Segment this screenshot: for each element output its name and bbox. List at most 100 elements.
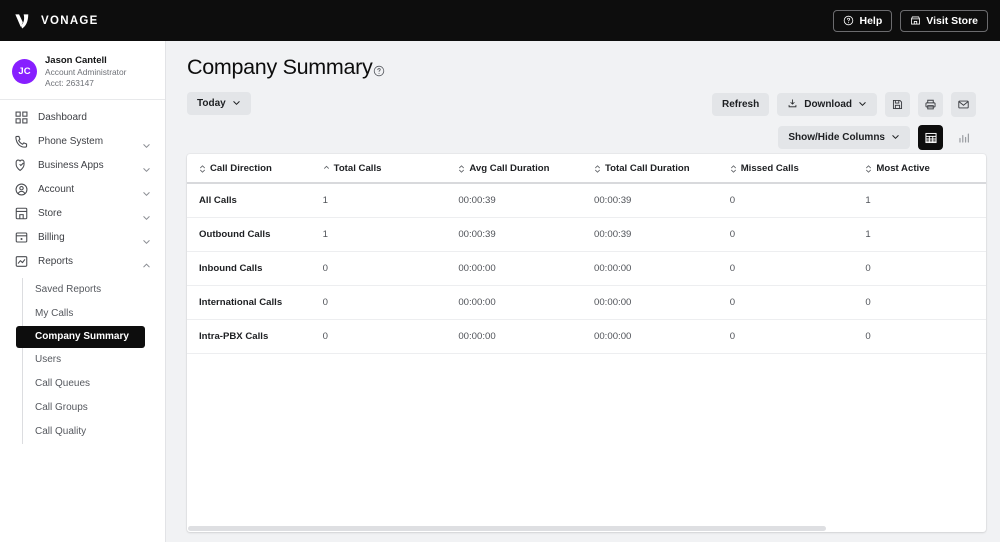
cell-most-active: 0 (865, 319, 986, 354)
cell-missed-calls: 0 (729, 217, 866, 252)
chevron-down-icon (232, 98, 241, 110)
table-grid-icon (924, 131, 938, 145)
date-range-filter[interactable]: Today (187, 92, 251, 115)
column-header-most-active[interactable]: Most Active (865, 154, 986, 184)
cell-call-direction: International Calls (187, 285, 323, 320)
column-header-total-call-duration[interactable]: Total Call Duration (594, 154, 730, 184)
chevron-down-icon (142, 209, 151, 221)
brand-logo[interactable]: VONAGE (12, 11, 99, 31)
sidebar-item-dashboard[interactable]: Dashboard (8, 106, 157, 130)
column-header-call-direction[interactable]: Call Direction (187, 154, 323, 184)
refresh-button[interactable]: Refresh (711, 93, 770, 116)
cell-most-active: 0 (865, 285, 986, 320)
column-header-missed-calls[interactable]: Missed Calls (729, 154, 866, 184)
storefront-icon (910, 15, 921, 26)
user-profile[interactable]: JC Jason Cantell Account Administrator A… (0, 51, 165, 100)
refresh-button-label: Refresh (721, 99, 760, 110)
cell-call-direction: Intra-PBX Calls (187, 319, 323, 354)
storefront-icon (14, 206, 29, 221)
print-button[interactable] (918, 92, 943, 117)
sidebar-subitem-label: Users (35, 354, 62, 366)
app-shell: JC Jason Cantell Account Administrator A… (0, 41, 1000, 542)
column-header-label: Call Direction (210, 163, 272, 174)
table-body: All Calls 1 00:00:39 00:00:39 0 1 Outbou… (187, 183, 986, 354)
table-row[interactable]: International Calls 0 00:00:00 00:00:00 … (187, 285, 986, 320)
cell-total-call-duration: 00:00:39 (594, 217, 730, 252)
sidebar-nav: Dashboard Phone System Business Apps Acc… (0, 106, 165, 444)
cell-total-call-duration: 00:00:00 (594, 251, 730, 286)
table-horizontal-scrollbar[interactable] (188, 526, 985, 531)
cell-missed-calls: 0 (729, 251, 866, 286)
user-circle-icon (14, 182, 29, 197)
visit-store-button-label: Visit Store (926, 14, 978, 27)
help-button-label: Help (859, 14, 883, 27)
sidebar-item-call-queues[interactable]: Call Queues (23, 372, 157, 396)
cell-most-active: 0 (865, 251, 986, 286)
report-chart-icon (14, 254, 29, 269)
sidebar-item-phone-system[interactable]: Phone System (8, 130, 157, 154)
sidebar: JC Jason Cantell Account Administrator A… (0, 41, 166, 542)
download-icon (787, 98, 798, 112)
user-account-number: Acct: 263147 (45, 77, 94, 88)
scrollbar-thumb[interactable] (188, 526, 826, 531)
sidebar-item-saved-reports[interactable]: Saved Reports (23, 278, 157, 302)
table-row[interactable]: Intra-PBX Calls 0 00:00:00 00:00:00 0 0 (187, 319, 986, 354)
report-toolbar: Today Refresh Download Show/Hide Columns (187, 92, 986, 154)
cell-avg-call-duration: 00:00:00 (458, 251, 595, 286)
download-button[interactable]: Download (777, 93, 877, 116)
vonage-v-logo-icon (12, 11, 32, 31)
company-summary-table: Call Direction Total Calls Avg Call Dura… (187, 154, 986, 354)
sidebar-item-business-apps[interactable]: Business Apps (8, 154, 157, 178)
sidebar-item-label: Billing (38, 232, 65, 244)
report-table-card: Call Direction Total Calls Avg Call Dura… (187, 154, 986, 532)
cell-missed-calls: 0 (729, 183, 866, 218)
sidebar-item-billing[interactable]: Billing (8, 226, 157, 250)
sidebar-item-label: Store (38, 208, 62, 220)
cell-avg-call-duration: 00:00:39 (458, 183, 595, 218)
save-report-button[interactable] (885, 92, 910, 117)
sidebar-item-label: Dashboard (38, 112, 87, 124)
table-view-toggle[interactable] (918, 125, 943, 150)
cell-total-calls: 0 (322, 285, 459, 320)
email-button[interactable] (951, 92, 976, 117)
column-header-total-calls[interactable]: Total Calls (322, 154, 459, 184)
help-button[interactable]: Help (833, 9, 893, 32)
cell-total-calls: 0 (322, 319, 459, 354)
cell-most-active: 1 (865, 217, 986, 252)
column-header-label: Most Active (876, 163, 930, 174)
sidebar-item-reports[interactable]: Reports (8, 250, 157, 274)
table-row[interactable]: All Calls 1 00:00:39 00:00:39 0 1 (187, 183, 986, 218)
cell-avg-call-duration: 00:00:00 (458, 285, 595, 320)
sidebar-item-my-calls[interactable]: My Calls (23, 302, 157, 326)
table-row[interactable]: Outbound Calls 1 00:00:39 00:00:39 0 1 (187, 217, 986, 252)
sidebar-item-store[interactable]: Store (8, 202, 157, 226)
cell-avg-call-duration: 00:00:00 (458, 319, 595, 354)
show-hide-columns-button[interactable]: Show/Hide Columns (778, 126, 910, 149)
apps-heart-icon (14, 158, 29, 173)
cell-missed-calls: 0 (729, 285, 866, 320)
sidebar-item-company-summary[interactable]: Company Summary (16, 325, 145, 348)
table-row[interactable]: Inbound Calls 0 00:00:00 00:00:00 0 0 (187, 251, 986, 286)
sidebar-subitem-label: Call Groups (35, 402, 88, 414)
cell-most-active: 1 (865, 183, 986, 218)
sort-asc-icon (323, 164, 330, 174)
column-header-label: Avg Call Duration (469, 163, 550, 174)
question-circle-icon[interactable] (373, 64, 385, 76)
visit-store-button[interactable]: Visit Store (900, 9, 988, 32)
chart-view-toggle[interactable] (951, 125, 976, 150)
show-hide-columns-label: Show/Hide Columns (788, 132, 885, 143)
sidebar-item-users[interactable]: Users (23, 348, 157, 372)
wallet-icon (14, 230, 29, 245)
cell-call-direction: All Calls (187, 183, 323, 218)
sidebar-item-call-groups[interactable]: Call Groups (23, 396, 157, 420)
sidebar-subitem-label: Company Summary (35, 331, 129, 343)
sidebar-item-account[interactable]: Account (8, 178, 157, 202)
floppy-save-icon (891, 98, 904, 111)
sort-both-icon (730, 164, 737, 174)
brand-name: VONAGE (41, 14, 99, 27)
sidebar-item-call-quality[interactable]: Call Quality (23, 420, 157, 444)
column-header-avg-call-duration[interactable]: Avg Call Duration (458, 154, 595, 184)
sort-both-icon (199, 164, 206, 174)
avatar: JC (12, 59, 37, 85)
user-role: Account Administrator (45, 67, 127, 78)
